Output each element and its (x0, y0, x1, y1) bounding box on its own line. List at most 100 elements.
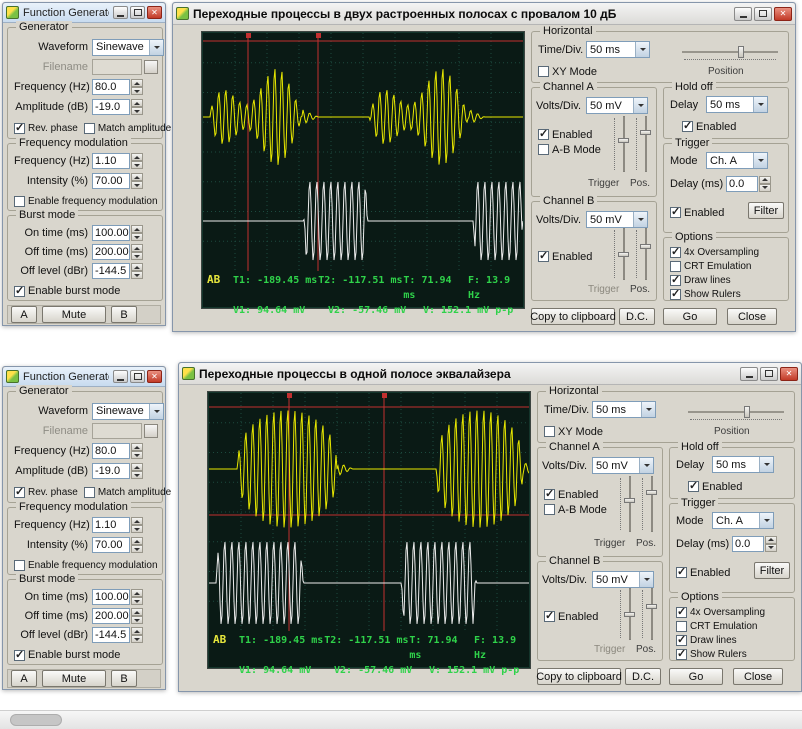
off-time-input[interactable]: 200.00 (92, 608, 130, 624)
slider-thumb[interactable] (618, 252, 629, 257)
slider-thumb[interactable] (624, 612, 635, 617)
spin-up-icon[interactable] (131, 225, 143, 233)
draw-lines-checkbox[interactable]: Draw lines (670, 273, 731, 286)
trigger-delay-spinner[interactable] (765, 535, 777, 552)
spin-down-icon[interactable] (765, 543, 777, 552)
spin-down-icon[interactable] (759, 183, 771, 192)
match-amplitude-checkbox[interactable]: Match amplitude (83, 486, 171, 498)
channel-b-trigger-slider[interactable] (614, 228, 630, 280)
slider-thumb[interactable] (744, 406, 750, 418)
xy-mode-checkbox[interactable]: XY Mode (538, 66, 597, 78)
channel-a-button[interactable]: A (11, 670, 37, 687)
trigger-delay-spinner[interactable] (759, 175, 771, 192)
channel-b-position-slider[interactable] (642, 588, 658, 640)
off-level-spinner[interactable] (131, 263, 143, 279)
spin-up-icon[interactable] (765, 535, 777, 544)
close-dialog-button[interactable]: Close (733, 668, 783, 685)
enable-burst-mode-checkbox[interactable]: Enable burst mode (14, 284, 120, 297)
spin-up-icon[interactable] (759, 175, 771, 184)
close-button[interactable]: ✕ (774, 6, 792, 21)
horizontal-position-slider[interactable] (682, 44, 778, 62)
fm-frequency-spinner[interactable] (131, 517, 143, 533)
scrollbar-thumb[interactable] (10, 714, 62, 726)
channel-a-trigger-slider[interactable] (620, 476, 636, 532)
frequency-input[interactable]: 80.0 (92, 443, 130, 459)
spin-up-icon[interactable] (131, 608, 143, 616)
spin-up-icon[interactable] (131, 537, 143, 545)
channel-a-voltsdiv-select[interactable]: 50 mV (586, 97, 648, 114)
on-time-input[interactable]: 100.00 (92, 225, 130, 241)
show-rulers-checkbox[interactable]: Show Rulers (676, 647, 747, 660)
crt-emulation-checkbox[interactable]: CRT Emulation (676, 621, 757, 632)
channel-a-position-slider[interactable] (636, 116, 652, 172)
timediv-select[interactable]: 50 ms (592, 401, 656, 418)
spin-down-icon[interactable] (131, 597, 143, 605)
fm-frequency-input[interactable]: 1.10 (92, 517, 130, 533)
channel-a-trigger-slider[interactable] (614, 116, 630, 172)
on-time-input[interactable]: 100.00 (92, 589, 130, 605)
channel-a-voltsdiv-select[interactable]: 50 mV (592, 457, 654, 474)
spin-up-icon[interactable] (131, 463, 143, 471)
spin-down-icon[interactable] (131, 451, 143, 459)
off-time-spinner[interactable] (131, 608, 143, 624)
frequency-input[interactable]: 80.0 (92, 79, 130, 95)
maximize-button[interactable] (130, 370, 145, 383)
on-time-spinner[interactable] (131, 225, 143, 241)
slider-thumb[interactable] (646, 490, 657, 495)
spin-up-icon[interactable] (131, 589, 143, 597)
browse-button[interactable] (144, 424, 158, 438)
rev-phase-checkbox[interactable]: Rev. phase (14, 485, 78, 498)
spin-up-icon[interactable] (131, 79, 143, 87)
waveform-select[interactable]: Sinewave (92, 402, 164, 420)
spin-down-icon[interactable] (131, 525, 143, 533)
channel-b-button[interactable]: B (111, 670, 137, 687)
amplitude-input[interactable]: -19.0 (92, 463, 130, 479)
hold-off-delay-select[interactable]: 50 ms (706, 96, 768, 113)
channel-b-enabled-checkbox[interactable]: Enabled (544, 609, 598, 623)
trigger-delay-input[interactable]: 0.0 (732, 535, 764, 552)
spin-up-icon[interactable] (131, 99, 143, 107)
spin-down-icon[interactable] (131, 471, 143, 479)
maximize-button[interactable] (130, 6, 145, 19)
filter-button[interactable]: Filter (748, 202, 784, 219)
spin-down-icon[interactable] (131, 271, 143, 279)
timediv-select[interactable]: 50 ms (586, 41, 650, 58)
channel-b-voltsdiv-select[interactable]: 50 mV (586, 211, 648, 228)
filter-button[interactable]: Filter (754, 562, 790, 579)
slider-thumb[interactable] (618, 138, 629, 143)
off-time-spinner[interactable] (131, 244, 143, 260)
trigger-enabled-checkbox[interactable]: Enabled (676, 565, 730, 579)
slider-thumb[interactable] (640, 130, 651, 135)
maximize-button[interactable] (754, 6, 772, 21)
waveform-select[interactable]: Sinewave (92, 38, 164, 56)
channel-b-trigger-slider[interactable] (620, 588, 636, 640)
ab-mode-checkbox[interactable]: A-B Mode (538, 144, 601, 156)
rev-phase-checkbox[interactable]: Rev. phase (14, 121, 78, 134)
slider-thumb[interactable] (640, 244, 651, 249)
spin-up-icon[interactable] (131, 244, 143, 252)
xy-mode-checkbox[interactable]: XY Mode (544, 426, 603, 438)
spin-down-icon[interactable] (131, 161, 143, 169)
fm-intensity-input[interactable]: 70.00 (92, 173, 130, 189)
spin-up-icon[interactable] (131, 517, 143, 525)
spin-down-icon[interactable] (131, 87, 143, 95)
minimize-button[interactable] (113, 370, 128, 383)
channel-a-enabled-checkbox[interactable]: Enabled (538, 127, 592, 141)
channel-b-enabled-checkbox[interactable]: Enabled (538, 249, 592, 263)
trigger-mode-select[interactable]: Ch. A (706, 152, 768, 169)
spin-up-icon[interactable] (131, 153, 143, 161)
close-dialog-button[interactable]: Close (727, 308, 777, 325)
enable-frequency-modulation-checkbox[interactable]: Enable frequency modulation (14, 195, 158, 207)
spin-down-icon[interactable] (131, 616, 143, 624)
off-level-spinner[interactable] (131, 627, 143, 643)
spin-down-icon[interactable] (131, 252, 143, 260)
close-button[interactable]: ✕ (147, 370, 162, 383)
amplitude-input[interactable]: -19.0 (92, 99, 130, 115)
spin-down-icon[interactable] (131, 635, 143, 643)
maximize-button[interactable] (760, 366, 778, 381)
copy-to-clipboard-button[interactable]: Copy to clipboard (530, 308, 616, 325)
oversampling-checkbox[interactable]: 4x Oversampling (670, 245, 759, 258)
channel-b-voltsdiv-select[interactable]: 50 mV (592, 571, 654, 588)
close-button[interactable]: ✕ (780, 366, 798, 381)
spin-up-icon[interactable] (131, 173, 143, 181)
